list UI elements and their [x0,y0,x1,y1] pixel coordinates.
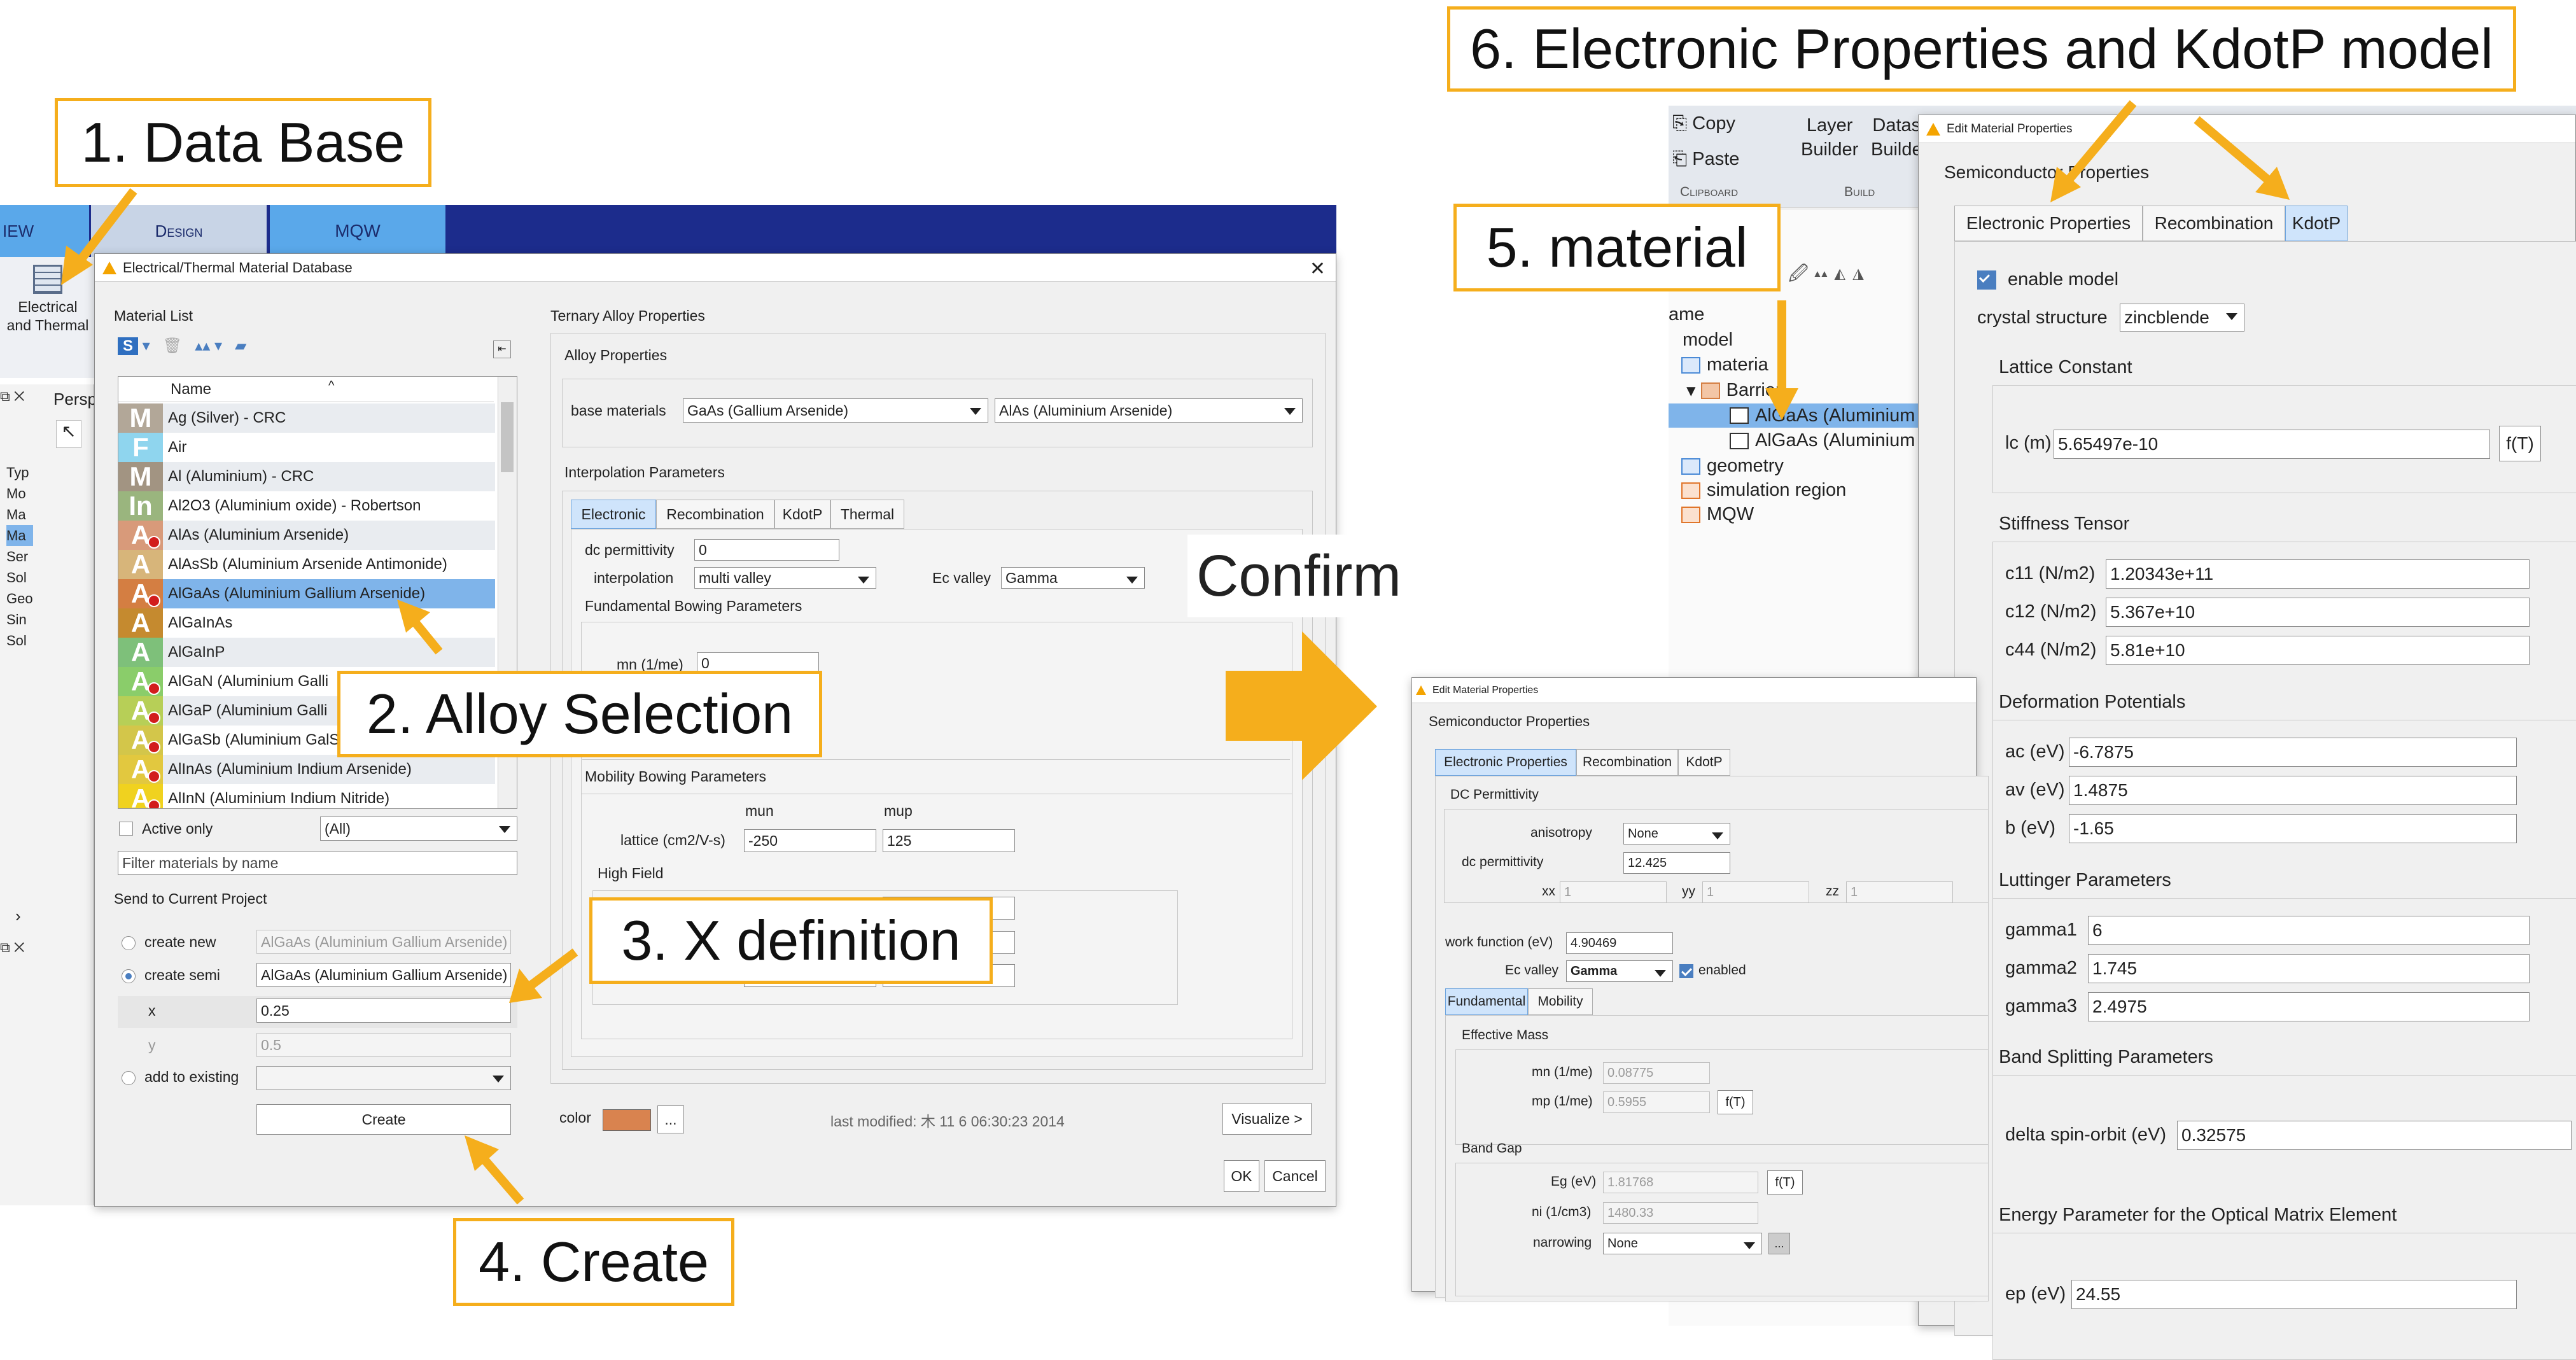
arrows-overlay [61,100,2290,1205]
callout-database: 1. Data Base [55,98,431,187]
arrow-4-icon [477,1153,524,1205]
arrow-1-icon [75,188,137,265]
confirm-arrow-icon [1226,631,1377,780]
arrow-6b-icon [2194,116,2274,186]
callout-create: 4. Create [453,1218,734,1306]
arrow-5-head-icon [1765,388,1798,420]
callout-x-definition: 3. X definition [589,897,993,984]
callout-material: 5. material [1453,204,1781,291]
arrow-6a-icon [2063,100,2137,185]
confirm-label: Confirm [1187,535,1410,617]
callout-kdotp: 6. Electronic Properties and KdotP model [1447,6,2516,92]
callout-alloy-selection: 2. Alloy Selection [337,671,822,757]
arrow-3-icon [526,948,578,990]
